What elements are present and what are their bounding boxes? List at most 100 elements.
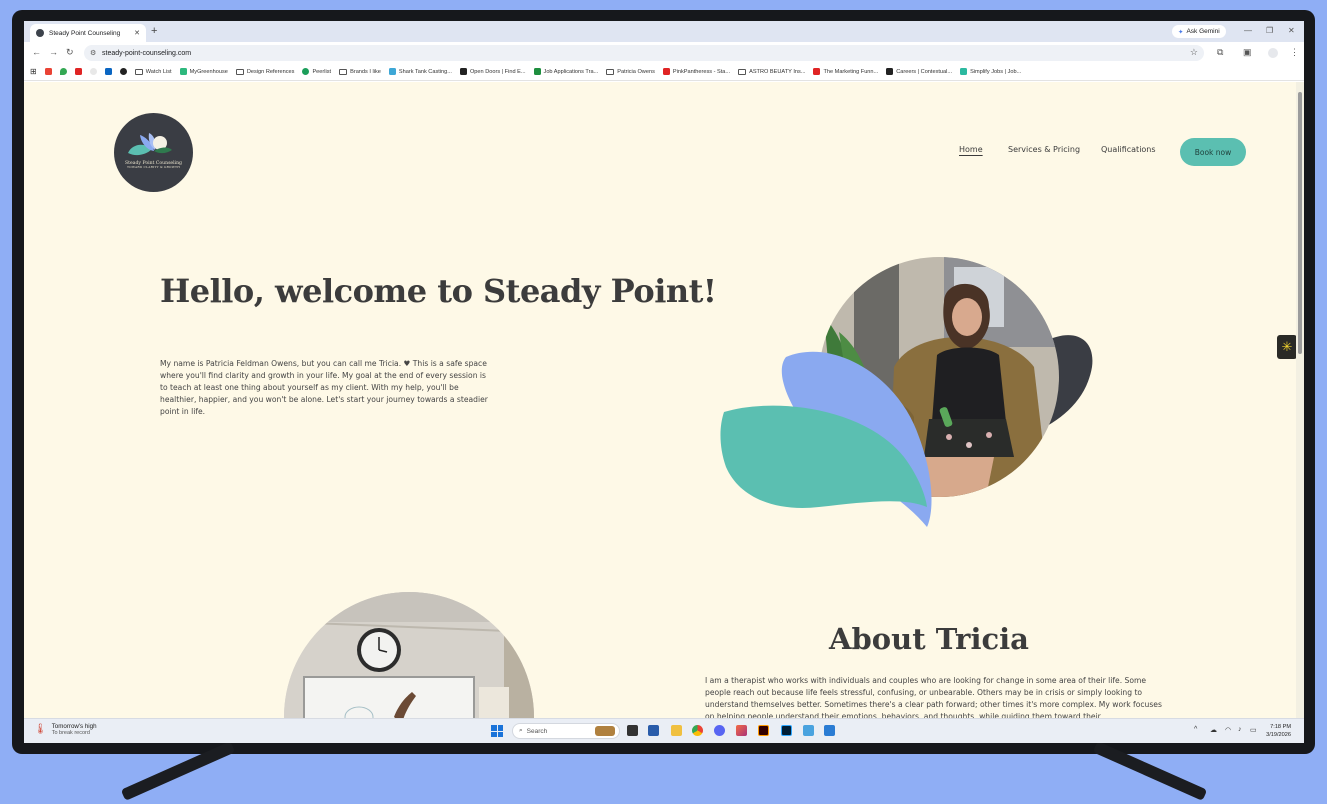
nav-services-pricing[interactable]: Services & Pricing (1008, 145, 1080, 154)
side-widget-sparkle-icon[interactable]: ✳ (1277, 335, 1297, 359)
clock-time: 7:18 PM (1270, 724, 1291, 730)
nav-qualifications[interactable]: Qualifications (1101, 145, 1156, 154)
photos-icon[interactable] (736, 725, 747, 736)
peerlist-icon (302, 68, 310, 75)
ask-gemini-label: Ask Gemini (1186, 28, 1220, 35)
forward-arrow-icon[interactable]: → (49, 47, 58, 57)
extensions-icon[interactable]: ⧉ (1217, 47, 1223, 58)
restore-icon[interactable]: ❐ (1266, 26, 1273, 35)
open-doors-icon (459, 68, 467, 75)
shark-icon (388, 68, 396, 75)
url-text: steady-point-counseling.com (102, 49, 192, 57)
page-scrollbar[interactable] (1296, 82, 1304, 718)
hero-intro-text: My name is Patricia Feldman Owens, but y… (160, 359, 488, 416)
scrollbar-thumb[interactable] (1298, 92, 1302, 354)
minimize-icon[interactable]: — (1244, 26, 1252, 35)
windows-start-icon[interactable] (491, 725, 503, 737)
bookmark-13[interactable]: Simplify Jobs | Job... (960, 68, 1021, 75)
gemini-sparkle-icon: ✦ (1178, 28, 1184, 36)
taskbar-search[interactable]: ⌕ Search (512, 723, 620, 739)
logo-petals-icon (128, 133, 172, 156)
folder-icon (235, 68, 244, 75)
chrome-icon[interactable] (692, 725, 703, 736)
about-title: About Tricia (829, 622, 1029, 656)
browser-tab-bar: Steady Point Counseling ✕ + ✦ Ask Gemini… (24, 21, 1304, 42)
simplify-icon (960, 68, 968, 75)
close-window-icon[interactable]: ✕ (1288, 26, 1295, 35)
bookmark-12[interactable]: Careers | Contextual... (886, 68, 952, 75)
bookmark-3[interactable]: Peerlist (302, 68, 331, 75)
bookmark-5[interactable]: Shark Tank Casting... (388, 68, 452, 75)
notepad-icon[interactable] (824, 725, 835, 736)
search-placeholder: Search (526, 727, 548, 735)
volume-icon[interactable]: ♪ (1238, 726, 1242, 733)
youtube-icon (813, 68, 821, 75)
bookmark-2[interactable]: Design References (235, 68, 294, 75)
bookmark-1[interactable]: MyGreenhouse (179, 68, 228, 75)
illustrator-icon[interactable] (758, 725, 769, 736)
close-tab-icon[interactable]: ✕ (134, 29, 140, 37)
weather-subtitle: To break record (51, 730, 90, 736)
logo-tagline: TOWARD CLARITY & GROWTH (126, 165, 181, 170)
new-tab-button[interactable]: + (151, 25, 157, 37)
bookmark-9[interactable]: PinkPantheress - Sta... (662, 68, 730, 75)
bookmark-4[interactable]: Brands I like (339, 68, 381, 75)
back-arrow-icon[interactable]: ← (32, 47, 41, 57)
sheets-icon (533, 68, 541, 75)
apps-grid-icon[interactable]: ⊞ (30, 67, 37, 76)
ask-gemini-button[interactable]: ✦ Ask Gemini (1172, 25, 1226, 38)
bookmark-10[interactable]: ASTRO BEUATY Ins... (738, 68, 805, 75)
system-clock[interactable]: 7:18 PM 3/19/2026 (1251, 723, 1291, 739)
site-logo[interactable]: Steady Point Counseling TOWARD CLARITY &… (114, 113, 193, 192)
weather-widget[interactable]: 🌡 Tomorrow's high To break record (34, 723, 97, 736)
sidepanel-icon[interactable]: ▣ (1243, 47, 1252, 58)
thermometer-icon: 🌡 (34, 724, 47, 735)
tray-chevron-icon[interactable]: ^ (1194, 726, 1197, 733)
discord-icon[interactable] (714, 725, 725, 736)
contextual-icon (886, 68, 894, 75)
bookmark-star-icon[interactable]: ☆ (1190, 47, 1198, 58)
circle-icon[interactable] (89, 68, 97, 75)
gmail-icon[interactable] (44, 68, 52, 75)
bookmark-11[interactable]: The Marketing Funn... (813, 68, 878, 75)
bookmark-0[interactable]: Watch List (134, 68, 172, 75)
snipping-tool-icon[interactable] (803, 725, 814, 736)
photoshop-icon[interactable] (781, 725, 792, 736)
youtube-icon[interactable] (74, 68, 82, 75)
logo-text: Steady Point Counseling TOWARD CLARITY &… (114, 161, 193, 170)
browser-tab[interactable]: Steady Point Counseling ✕ (30, 24, 146, 42)
reload-icon[interactable]: ↻ (66, 47, 74, 58)
task-view-icon[interactable] (627, 725, 638, 736)
folder-icon (134, 68, 143, 75)
profile-avatar[interactable] (1268, 48, 1278, 58)
weather-title: Tomorrow's high (51, 723, 97, 730)
tab-title: Steady Point Counseling (49, 29, 121, 37)
clock-date: 3/19/2026 (1266, 732, 1291, 738)
search-highlight-icon (595, 726, 615, 736)
cloud-icon[interactable]: ☁ (1210, 726, 1217, 734)
github-icon[interactable] (119, 68, 127, 75)
bookmark-7[interactable]: Job Applications Tra... (533, 68, 598, 75)
site-favicon-icon (36, 29, 44, 37)
bookmark-6[interactable]: Open Doors | Find E... (459, 68, 526, 75)
maps-icon[interactable] (59, 68, 67, 75)
folder-icon (738, 68, 747, 75)
about-photo (284, 592, 534, 718)
search-icon: ⌕ (519, 727, 523, 734)
file-explorer-icon[interactable] (671, 725, 682, 736)
website-viewport: Steady Point Counseling TOWARD CLARITY &… (24, 82, 1304, 718)
bookmark-8[interactable]: Patricia Owens (606, 68, 655, 75)
nav-home[interactable]: Home (959, 145, 983, 154)
about-text: I am a therapist who works with individu… (705, 676, 1162, 718)
hero-title: Hello, welcome to Steady Point! (160, 272, 717, 310)
bookmarks-bar: ⊞ Watch List MyGreenhouse Design Referen… (24, 63, 1304, 81)
office-photo (284, 592, 534, 718)
store-icon[interactable] (648, 725, 659, 736)
greenhouse-icon (179, 68, 187, 75)
book-now-button[interactable]: Book now (1180, 138, 1246, 166)
wifi-icon[interactable]: ◠ (1225, 726, 1231, 734)
address-bar[interactable]: ⚙ steady-point-counseling.com ☆ (84, 45, 1204, 61)
linkedin-icon[interactable] (104, 68, 112, 75)
site-info-icon[interactable]: ⚙ (90, 49, 96, 57)
menu-dots-icon[interactable]: ⋮ (1290, 47, 1299, 58)
